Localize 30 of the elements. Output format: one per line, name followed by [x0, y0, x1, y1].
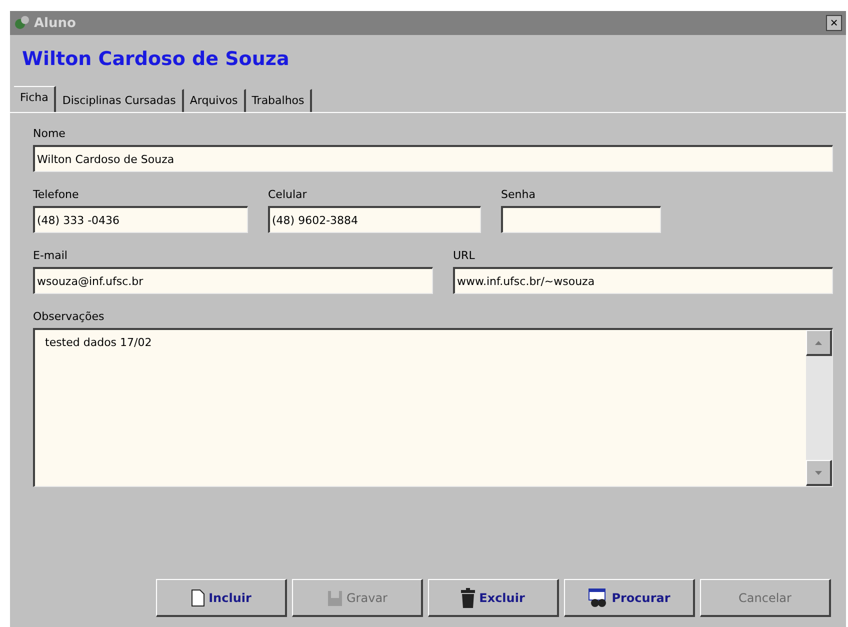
field-label: Observações — [33, 310, 106, 323]
document-icon — [190, 588, 205, 606]
toolbar-button[interactable]: Procurar — [564, 579, 695, 617]
window-title: Aluno — [34, 16, 77, 30]
scroll-down-button[interactable] — [806, 460, 832, 486]
close-button[interactable]: × — [826, 15, 842, 31]
field-label: Celular — [268, 188, 308, 201]
tab[interactable]: Ficha — [14, 86, 56, 112]
app-icon — [14, 15, 30, 31]
input-field[interactable]: Wilton Cardoso de Souza — [33, 145, 833, 172]
input-field[interactable]: wsouza@inf.ufsc.br — [33, 267, 433, 294]
notes-field[interactable]: tested dados 17/02 — [33, 328, 833, 487]
field-label: Nome — [33, 127, 66, 140]
scrollbar[interactable] — [806, 330, 832, 486]
field-label: URL — [453, 249, 476, 262]
binoculars-icon — [588, 588, 608, 608]
trash-icon — [461, 588, 476, 608]
input-field[interactable] — [501, 206, 661, 233]
input-field[interactable]: (48) 333 -0436 — [33, 206, 248, 233]
scroll-up-button[interactable] — [806, 330, 832, 356]
up-arrow-icon — [815, 340, 822, 344]
input-field[interactable]: www.inf.ufsc.br/~wsouza — [453, 267, 833, 294]
field-label: E-mail — [33, 249, 68, 262]
input-field[interactable]: (48) 9602-3884 — [268, 206, 481, 233]
field-label: Telefone — [33, 188, 80, 201]
toolbar-button[interactable]: Excluir — [428, 579, 559, 617]
down-arrow-icon — [815, 470, 822, 474]
toolbar-button[interactable]: Incluir — [156, 579, 287, 617]
student-name-heading: Wilton Cardoso de Souza — [21, 47, 290, 72]
field-label: Senha — [501, 188, 536, 201]
